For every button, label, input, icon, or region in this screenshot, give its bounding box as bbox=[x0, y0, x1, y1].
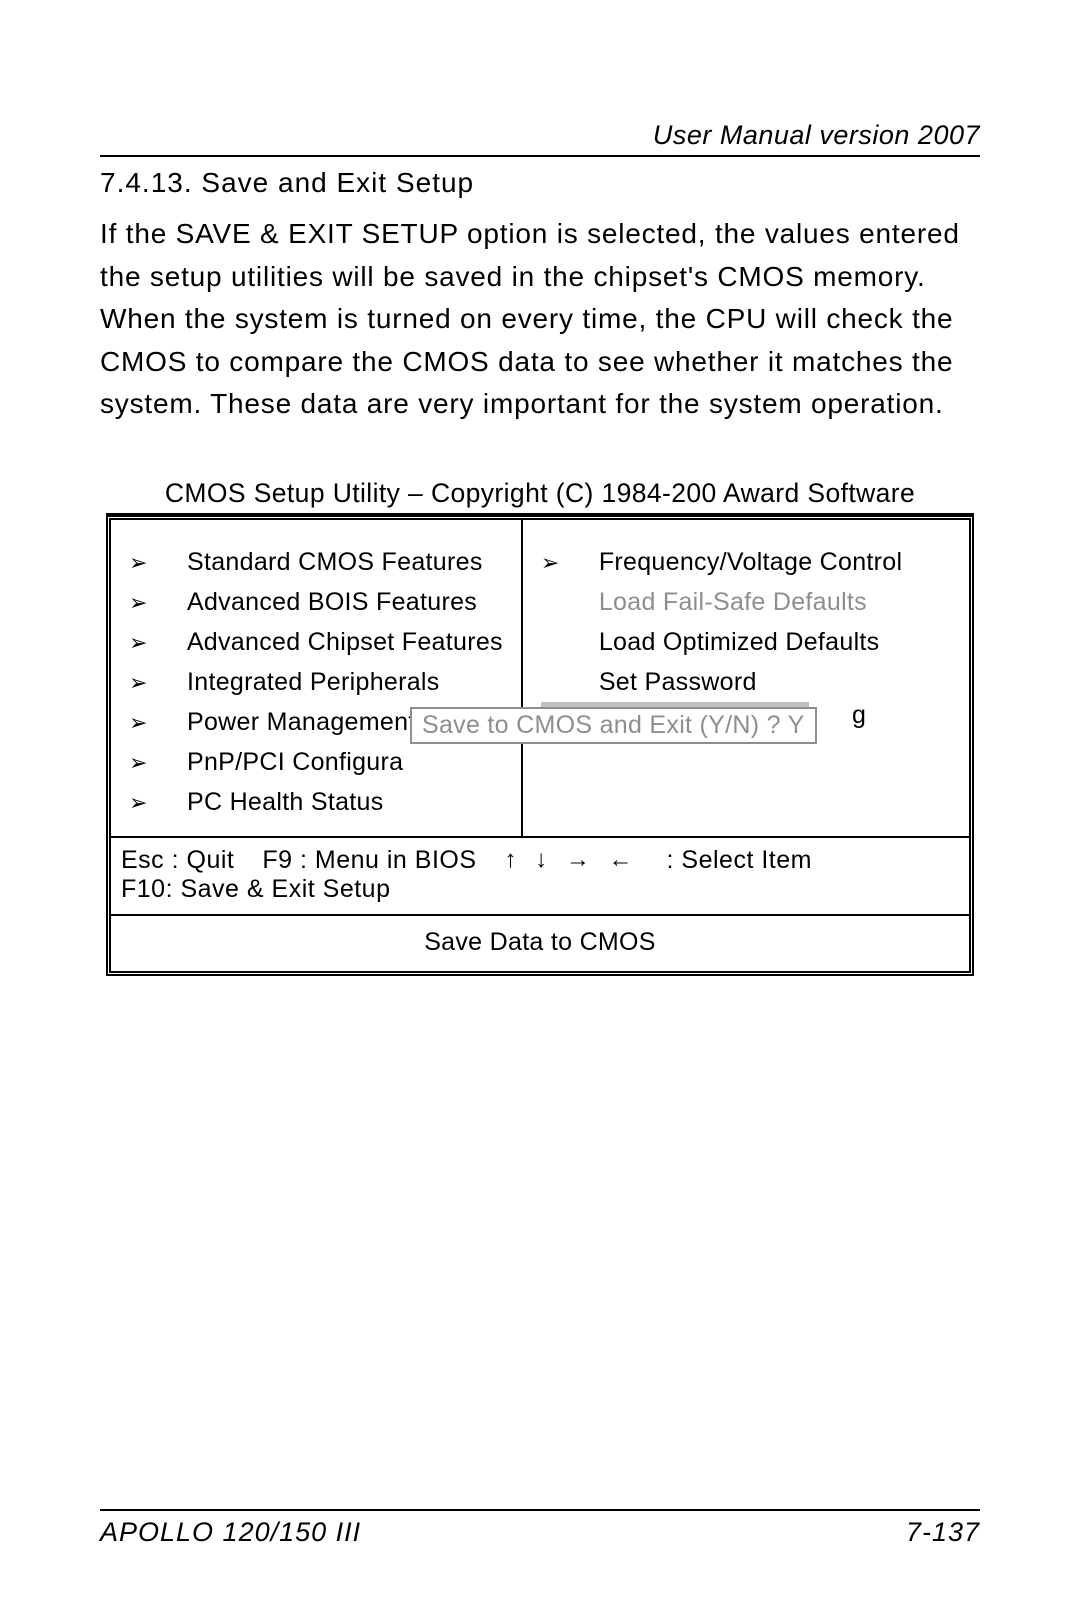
chevron-icon: ➢ bbox=[129, 745, 187, 780]
arrow-keys-icon: ↑ ↓ → ← bbox=[505, 846, 639, 874]
menu-label: PnP/PCI Configura bbox=[187, 742, 403, 782]
menu-label: Set Password bbox=[541, 662, 757, 702]
menu-item-advanced-chipset[interactable]: ➢ Advanced Chipset Features bbox=[129, 622, 503, 662]
section-body: If the SAVE & EXIT SETUP option is selec… bbox=[100, 213, 980, 426]
hint-esc: Esc : Quit bbox=[121, 846, 234, 875]
chevron-icon: ➢ bbox=[541, 545, 599, 580]
menu-item-pnp-pci[interactable]: ➢ PnP/PCI Configura bbox=[129, 742, 503, 782]
text-fragment: g bbox=[852, 701, 866, 730]
menu-label: Frequency/Voltage Control bbox=[599, 542, 903, 582]
menu-item-fail-safe[interactable]: Load Fail-Safe Defaults bbox=[541, 582, 951, 622]
bios-title: CMOS Setup Utility – Copyright (C) 1984-… bbox=[106, 476, 974, 515]
bios-status-bar: Save Data to CMOS bbox=[111, 914, 969, 971]
chevron-icon: ➢ bbox=[129, 585, 187, 620]
confirm-dialog[interactable]: Save to CMOS and Exit (Y/N) ? Y bbox=[410, 707, 817, 744]
bios-columns: ➢ Standard CMOS Features ➢ Advanced BOIS… bbox=[111, 520, 969, 836]
menu-item-pc-health[interactable]: ➢ PC Health Status bbox=[129, 782, 503, 822]
footer-page-number: 7-137 bbox=[906, 1517, 980, 1548]
chevron-icon: ➢ bbox=[129, 785, 187, 820]
page: User Manual version 2007 7.4.13. Save an… bbox=[0, 0, 1080, 1618]
footer-rule bbox=[100, 1509, 980, 1511]
menu-label: Load Fail-Safe Defaults bbox=[541, 582, 867, 622]
hint-select: : Select Item bbox=[667, 846, 812, 875]
menu-item-freq-voltage[interactable]: ➢ Frequency/Voltage Control bbox=[541, 542, 951, 582]
menu-item-set-password[interactable]: Set Password bbox=[541, 662, 951, 702]
confirm-dialog-text: Save to CMOS and Exit (Y/N) ? Y bbox=[422, 711, 805, 739]
hint-f9: F9 : Menu in BIOS bbox=[262, 846, 476, 875]
menu-item-integrated-peripherals[interactable]: ➢ Integrated Peripherals bbox=[129, 662, 503, 702]
page-footer: APOLLO 120/150 III 7-137 bbox=[100, 1509, 980, 1548]
page-header: User Manual version 2007 bbox=[100, 120, 980, 151]
menu-label: Standard CMOS Features bbox=[187, 542, 483, 582]
menu-item-advanced-bios[interactable]: ➢ Advanced BOIS Features bbox=[129, 582, 503, 622]
header-rule bbox=[100, 155, 980, 157]
hint-f10: F10: Save & Exit Setup bbox=[121, 875, 959, 904]
bios-right-column: ➢ Frequency/Voltage Control Load Fail-Sa… bbox=[523, 520, 969, 836]
menu-label: Advanced BOIS Features bbox=[187, 582, 477, 622]
chevron-icon: ➢ bbox=[129, 665, 187, 700]
chevron-icon: ➢ bbox=[129, 625, 187, 660]
menu-label: Integrated Peripherals bbox=[187, 662, 440, 702]
bios-left-column: ➢ Standard CMOS Features ➢ Advanced BOIS… bbox=[111, 520, 523, 836]
chevron-icon: ➢ bbox=[129, 545, 187, 580]
bios-box: ➢ Standard CMOS Features ➢ Advanced BOIS… bbox=[106, 515, 974, 976]
menu-item-standard-cmos[interactable]: ➢ Standard CMOS Features bbox=[129, 542, 503, 582]
chevron-icon: ➢ bbox=[129, 705, 187, 740]
footer-left: APOLLO 120/150 III bbox=[100, 1517, 361, 1548]
menu-item-optimized-defaults[interactable]: Load Optimized Defaults bbox=[541, 622, 951, 662]
menu-label: Advanced Chipset Features bbox=[187, 622, 503, 662]
section-heading: 7.4.13. Save and Exit Setup bbox=[100, 167, 980, 199]
menu-label: Load Optimized Defaults bbox=[541, 622, 880, 662]
bios-screenshot: CMOS Setup Utility – Copyright (C) 1984-… bbox=[100, 476, 980, 976]
menu-label: PC Health Status bbox=[187, 782, 384, 822]
bios-hints: Esc : Quit F9 : Menu in BIOS ↑ ↓ → ← : S… bbox=[111, 836, 969, 914]
